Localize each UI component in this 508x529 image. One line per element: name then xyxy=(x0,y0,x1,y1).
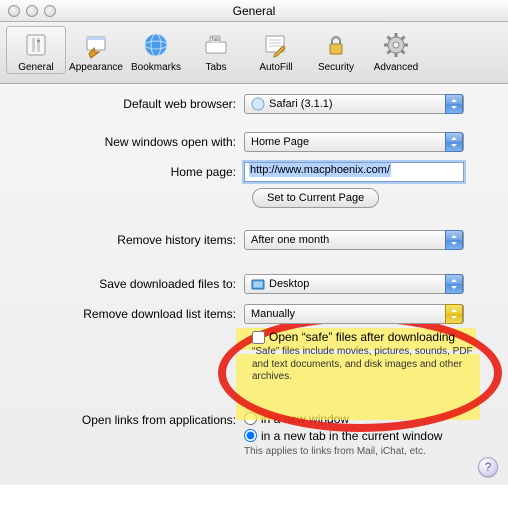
desktop-folder-icon xyxy=(251,277,265,291)
globe-icon xyxy=(140,29,172,61)
set-current-page-button[interactable]: Set to Current Page xyxy=(252,188,379,208)
new-windows-value: Home Page xyxy=(251,136,309,148)
toolbar-tab-general[interactable]: General xyxy=(6,26,66,74)
window-title: General xyxy=(0,4,508,18)
remove-history-popup[interactable]: After one month xyxy=(244,230,464,250)
save-downloads-value: Desktop xyxy=(269,278,309,290)
toolbar-tab-tabs[interactable]: Tab Tabs xyxy=(186,26,246,74)
remove-downloads-value: Manually xyxy=(251,308,295,320)
popup-arrows-icon xyxy=(445,132,463,152)
remove-history-value: After one month xyxy=(251,234,329,246)
remove-downloads-label: Remove download list items: xyxy=(12,307,244,321)
popup-arrows-icon xyxy=(445,230,463,250)
open-links-label: Open links from applications: xyxy=(12,412,244,427)
close-window-button[interactable] xyxy=(8,5,20,17)
toolbar-tab-advanced[interactable]: Advanced xyxy=(366,26,426,74)
popup-arrows-icon xyxy=(445,94,463,114)
preferences-toolbar: General Appearance Bookmarks Tab Tabs Au… xyxy=(0,22,508,84)
open-safe-files-checkbox[interactable] xyxy=(252,331,265,344)
popup-arrows-icon xyxy=(445,304,463,324)
home-page-label: Home page: xyxy=(12,165,244,179)
open-safe-files-description: “Safe” files include movies, pictures, s… xyxy=(252,346,482,384)
open-links-new-tab-radio[interactable] xyxy=(244,429,257,442)
toolbar-tab-label: Advanced xyxy=(374,62,418,73)
toolbar-tab-bookmarks[interactable]: Bookmarks xyxy=(126,26,186,74)
save-downloads-popup[interactable]: Desktop xyxy=(244,274,464,294)
toolbar-tab-security[interactable]: Security xyxy=(306,26,366,74)
switch-icon xyxy=(20,29,52,61)
pencil-form-icon xyxy=(260,29,292,61)
toolbar-tab-label: General xyxy=(18,62,54,73)
toolbar-tab-label: Appearance xyxy=(69,62,123,73)
open-safe-files-label: Open “safe” files after downloading xyxy=(269,330,455,344)
gear-icon xyxy=(380,29,412,61)
open-links-new-window-label: in a new window xyxy=(261,412,349,426)
save-downloads-label: Save downloaded files to: xyxy=(12,277,244,291)
toolbar-tab-label: Security xyxy=(318,62,354,73)
popup-arrows-icon xyxy=(445,274,463,294)
toolbar-tab-appearance[interactable]: Appearance xyxy=(66,26,126,74)
toolbar-tab-label: Tabs xyxy=(205,62,226,73)
svg-text:Tab: Tab xyxy=(211,37,219,43)
window-controls xyxy=(8,5,56,17)
minimize-window-button[interactable] xyxy=(26,5,38,17)
toolbar-tab-label: AutoFill xyxy=(259,62,292,73)
open-links-new-tab-label: in a new tab in the current window xyxy=(261,429,442,443)
default-browser-value: Safari (3.1.1) xyxy=(269,98,333,110)
help-button[interactable]: ? xyxy=(478,457,498,477)
new-windows-label: New windows open with: xyxy=(12,135,244,149)
remove-downloads-popup[interactable]: Manually xyxy=(244,304,464,324)
preferences-content: Default web browser: Safari (3.1.1) New … xyxy=(0,84,508,485)
home-page-input[interactable]: http://www.macphoenix.com/ xyxy=(244,162,464,182)
open-links-description: This applies to links from Mail, iChat, … xyxy=(244,446,496,457)
toolbar-tab-label: Bookmarks xyxy=(131,62,181,73)
lock-icon xyxy=(320,29,352,61)
open-links-new-window-radio[interactable] xyxy=(244,412,257,425)
new-windows-popup[interactable]: Home Page xyxy=(244,132,464,152)
home-page-value: http://www.macphoenix.com/ xyxy=(249,163,391,177)
safari-compass-icon xyxy=(251,97,265,111)
zoom-window-button[interactable] xyxy=(44,5,56,17)
help-icon: ? xyxy=(485,460,492,474)
set-current-page-label: Set to Current Page xyxy=(267,192,364,204)
remove-history-label: Remove history items: xyxy=(12,233,244,247)
appearance-icon xyxy=(80,29,112,61)
default-browser-popup[interactable]: Safari (3.1.1) xyxy=(244,94,464,114)
default-browser-label: Default web browser: xyxy=(12,97,244,111)
titlebar: General xyxy=(0,0,508,22)
tabs-icon: Tab xyxy=(200,29,232,61)
toolbar-tab-autofill[interactable]: AutoFill xyxy=(246,26,306,74)
